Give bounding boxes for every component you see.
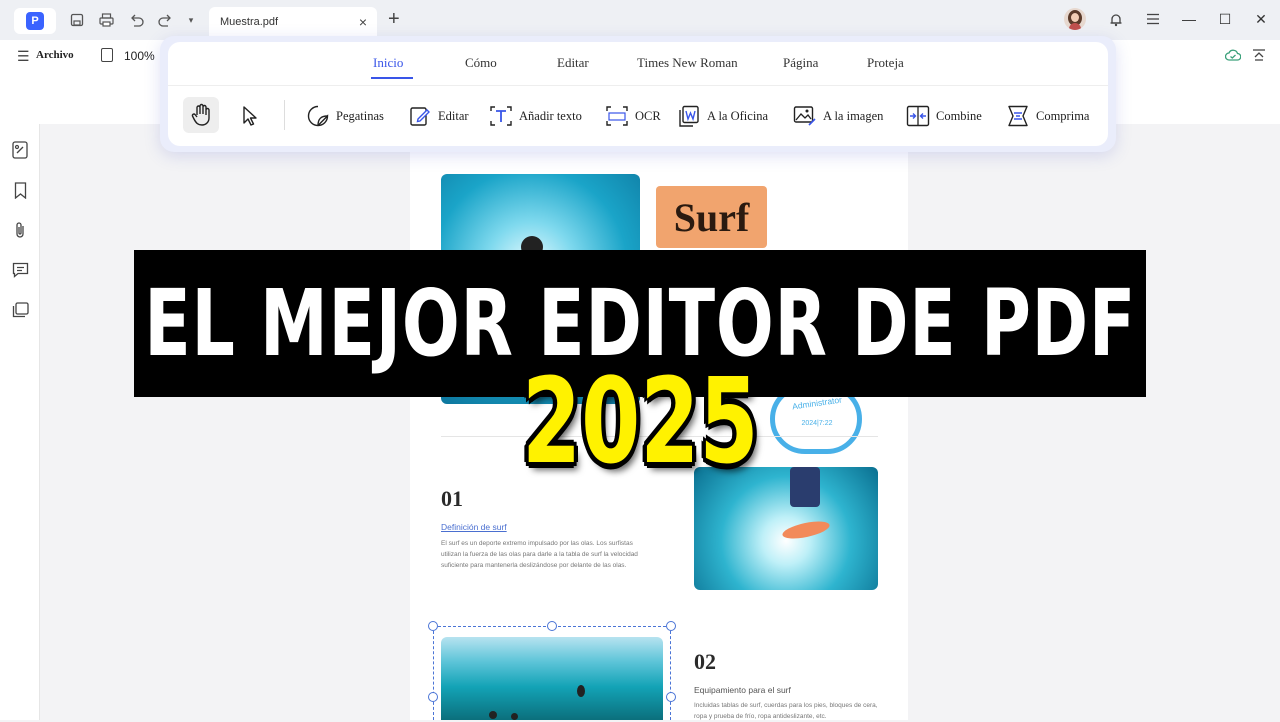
image-icon — [793, 104, 817, 128]
surf-title-badge[interactable]: Surf — [656, 186, 767, 248]
document-tab-label: Muestra.pdf — [220, 16, 279, 28]
font-family-selector[interactable]: Times New Roman — [637, 55, 738, 71]
maximize-button[interactable]: ☐ — [1216, 10, 1234, 28]
ribbon-tools: Pegatinas Editar Añadir texto OCR A la O… — [168, 86, 1108, 146]
to-office-label: A la Oficina — [707, 108, 769, 123]
to-image-label: A la imagen — [823, 108, 884, 123]
ocr-icon — [605, 104, 629, 128]
add-text-icon — [489, 104, 513, 128]
section-number: 02 — [694, 649, 716, 674]
tab-close-icon[interactable]: × — [359, 14, 367, 30]
section-body: El surf es un deporte extremo impulsado … — [441, 540, 638, 569]
save-icon[interactable] — [69, 12, 85, 28]
edit-pencil-icon — [408, 104, 432, 128]
combine-button[interactable]: Combine — [906, 101, 982, 131]
big-wave-photo[interactable] — [441, 637, 663, 720]
close-window-button[interactable]: ✕ — [1252, 10, 1270, 28]
compress-button[interactable]: Comprima — [1006, 101, 1089, 131]
title-bar: P ▾ Muestra.pdf × + — ☐ ✕ — [0, 0, 1280, 40]
bookmark-icon[interactable] — [11, 181, 29, 199]
combine-label: Combine — [936, 108, 982, 123]
add-text-label: Añadir texto — [519, 108, 582, 123]
attachment-icon[interactable] — [11, 221, 29, 239]
resize-handle[interactable] — [428, 621, 438, 631]
surfer-legs — [790, 467, 820, 507]
surfer-figure — [577, 685, 585, 697]
tab-pagina[interactable]: Página — [783, 55, 818, 71]
stickers-button[interactable]: Pegatinas — [306, 101, 384, 131]
resize-handle[interactable] — [428, 692, 438, 702]
swimmer-figure — [489, 711, 497, 719]
comment-icon[interactable] — [11, 261, 29, 279]
resize-handle[interactable] — [547, 621, 557, 631]
compress-label: Comprima — [1036, 108, 1090, 123]
toolbar-separator — [284, 100, 285, 130]
edit-button[interactable]: Editar — [408, 101, 469, 131]
ocr-label: OCR — [635, 108, 661, 123]
zoom-level[interactable]: 100% — [124, 49, 155, 63]
redo-icon[interactable] — [157, 12, 173, 28]
bell-icon[interactable] — [1107, 10, 1125, 28]
thumbnail-icon[interactable] — [11, 141, 29, 159]
resize-handle[interactable] — [666, 692, 676, 702]
tab-proteja[interactable]: Proteja — [867, 55, 904, 71]
quick-access-dropdown-icon[interactable]: ▾ — [183, 12, 199, 28]
year-overlay: 2025 — [500, 362, 780, 480]
edit-label: Editar — [438, 108, 469, 123]
file-menu-label[interactable]: Archivo — [36, 49, 74, 61]
year-text: 2025 — [521, 352, 759, 490]
section-number: 01 — [441, 486, 463, 511]
page-zoom-icon — [101, 48, 113, 62]
hand-tool-button[interactable] — [183, 97, 219, 133]
tab-inicio[interactable]: Inicio — [373, 55, 403, 71]
section-body: Incluidas tablas de surf, cuerdas para l… — [694, 702, 878, 720]
pages-icon[interactable] — [11, 301, 29, 319]
minimize-button[interactable]: — — [1180, 10, 1198, 28]
compress-icon — [1006, 104, 1030, 128]
hamburger-menu-icon[interactable] — [1144, 10, 1162, 28]
select-tool-button[interactable] — [238, 101, 268, 131]
active-tab-indicator — [371, 77, 413, 79]
word-document-icon — [677, 104, 701, 128]
surf-title-text: Surf — [673, 194, 750, 240]
file-menu-icon[interactable]: ☰ — [17, 48, 30, 65]
to-office-button[interactable]: A la Oficina — [677, 101, 768, 131]
resize-handle[interactable] — [666, 621, 676, 631]
sticker-icon — [306, 104, 330, 128]
combine-icon — [906, 104, 930, 128]
new-tab-icon[interactable]: + — [388, 9, 400, 29]
undo-icon[interactable] — [128, 12, 144, 28]
add-text-button[interactable]: Añadir texto — [489, 101, 582, 131]
pdf-logo-icon: P — [26, 12, 44, 30]
collapse-toolbar-icon[interactable] — [1251, 47, 1267, 63]
tab-editar[interactable]: Editar — [557, 55, 589, 71]
avatar[interactable] — [1064, 8, 1086, 30]
stamp-date: 2024|7:22 — [801, 420, 833, 427]
ribbon-tabs: Inicio Cómo Editar Times New Roman Págin… — [168, 42, 1108, 86]
cloud-sync-icon[interactable] — [1225, 47, 1241, 63]
app-logo[interactable]: P — [14, 8, 56, 34]
hand-icon — [191, 103, 210, 126]
section-title[interactable]: Equipamiento para el surf — [694, 685, 791, 695]
tab-como[interactable]: Cómo — [465, 55, 497, 71]
to-image-button[interactable]: A la imagen — [793, 101, 883, 131]
left-sidebar — [0, 124, 40, 720]
floating-ribbon: Inicio Cómo Editar Times New Roman Págin… — [160, 36, 1116, 152]
surfboard — [781, 518, 831, 542]
cursor-arrow-icon — [238, 104, 262, 128]
swimmer-figure — [511, 713, 518, 720]
print-icon[interactable] — [98, 12, 114, 28]
section-title[interactable]: Definición de surf — [441, 522, 507, 532]
ribbon-panel: Inicio Cómo Editar Times New Roman Págin… — [168, 42, 1108, 146]
stickers-label: Pegatinas — [336, 108, 384, 123]
ocr-button[interactable]: OCR — [605, 101, 661, 131]
